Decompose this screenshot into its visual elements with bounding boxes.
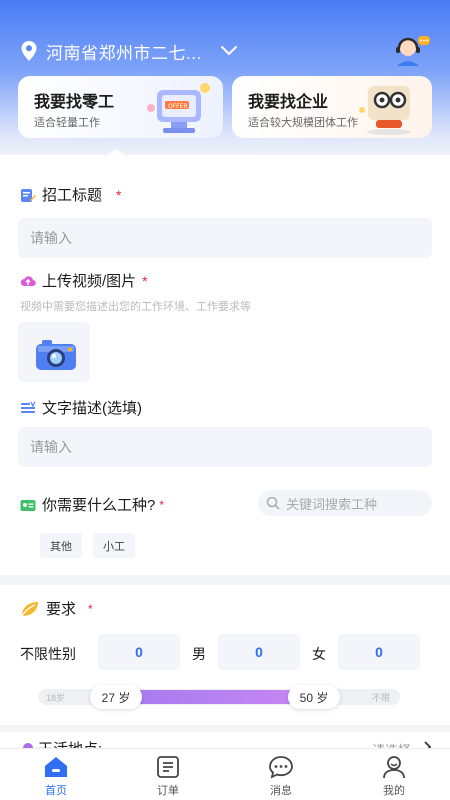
age-high-handle[interactable]: 50 岁 [288,685,340,709]
gender-any-label: 不限性别 [20,646,76,662]
location-selector[interactable]: 河南省郑州市二七... [20,38,238,64]
card-pointer [103,149,129,158]
required-mark: * [116,186,122,203]
male-count[interactable]: 0 [218,634,300,670]
type-label: 你需要什么工种? [42,497,156,514]
female-label: 女 [312,646,326,662]
id-card-icon [20,499,36,511]
age-max-label: 不限 [372,693,391,703]
tab-orders-label: 订单 [157,785,179,797]
customer-service-icon[interactable] [390,34,430,66]
type-search-placeholder: 关键词搜索工种 [286,496,378,512]
leaf-icon [21,601,38,616]
gender-any-count[interactable]: 0 [98,634,180,670]
search-icon [266,496,280,510]
female-count[interactable]: 0 [338,634,420,670]
home-icon [45,757,67,777]
age-range-fill [140,690,290,704]
card-gig-subtitle: 适合轻量工作 [34,117,100,129]
camera-icon [36,340,76,370]
upload-button[interactable] [18,322,90,382]
cloud-upload-icon [20,275,36,286]
profile-icon [383,756,405,779]
location-text: 河南省郑州市二七... [46,43,202,63]
male-label: 男 [192,646,206,662]
card-find-company[interactable]: 我要找企业 适合较大规模团体工作 [232,76,432,138]
upload-label: 上传视频/图片 [42,273,137,290]
desc-label-row: 文字描述(选填) [20,397,142,418]
tab-orders[interactable]: 订单 [138,755,198,800]
type-chip-helper[interactable]: 小工 [93,533,135,558]
required-mark: * [159,497,165,512]
bottom-tab-bar: 首页 订单 消息 我的 [0,748,450,800]
required-mark: * [142,272,148,289]
upload-label-row: 上传视频/图片 * [20,270,148,291]
card-find-gig[interactable]: 我要找零工 适合轻量工作 OFFER [18,76,223,138]
tab-messages-label: 消息 [270,785,292,797]
type-chip-other[interactable]: 其他 [40,533,82,558]
card-company-title: 我要找企业 [248,94,329,111]
message-icon [269,756,293,779]
location-pin-icon [21,41,37,61]
tab-home-label: 首页 [45,785,67,797]
desc-label: 文字描述(选填) [42,400,142,417]
offer-computer-icon: OFFER [147,83,210,133]
order-icon [157,756,179,778]
edit-doc-icon [21,188,36,202]
text-icon [21,401,36,413]
svg-text:OFFER: OFFER [168,103,188,110]
chevron-down-icon [220,46,237,56]
robot-icon [359,86,411,135]
requirements-label: 要求 [46,601,77,618]
title-label-row: 招工标题 * [20,184,121,205]
tab-profile-label: 我的 [383,785,405,797]
upload-hint: 视频中需要您描述出您的工作环境、工作要求等 [20,301,251,313]
desc-input[interactable]: 请输入 [18,427,432,467]
card-company-subtitle: 适合较大规模团体工作 [248,117,358,129]
requirements-label-row: 要求 * [20,598,93,619]
title-input[interactable]: 请输入 [18,218,432,258]
type-search-input[interactable]: 关键词搜索工种 [258,490,432,516]
title-label: 招工标题 [42,187,103,204]
age-low-handle[interactable]: 27 岁 [90,685,142,709]
required-mark: * [88,601,93,616]
age-min-label: 18岁 [46,693,66,703]
tab-home[interactable]: 首页 [26,755,86,800]
tab-profile[interactable]: 我的 [364,755,424,800]
type-label-row: 你需要什么工种? * [20,494,164,515]
tab-messages[interactable]: 消息 [251,755,311,800]
card-gig-title: 我要找零工 [34,94,115,111]
